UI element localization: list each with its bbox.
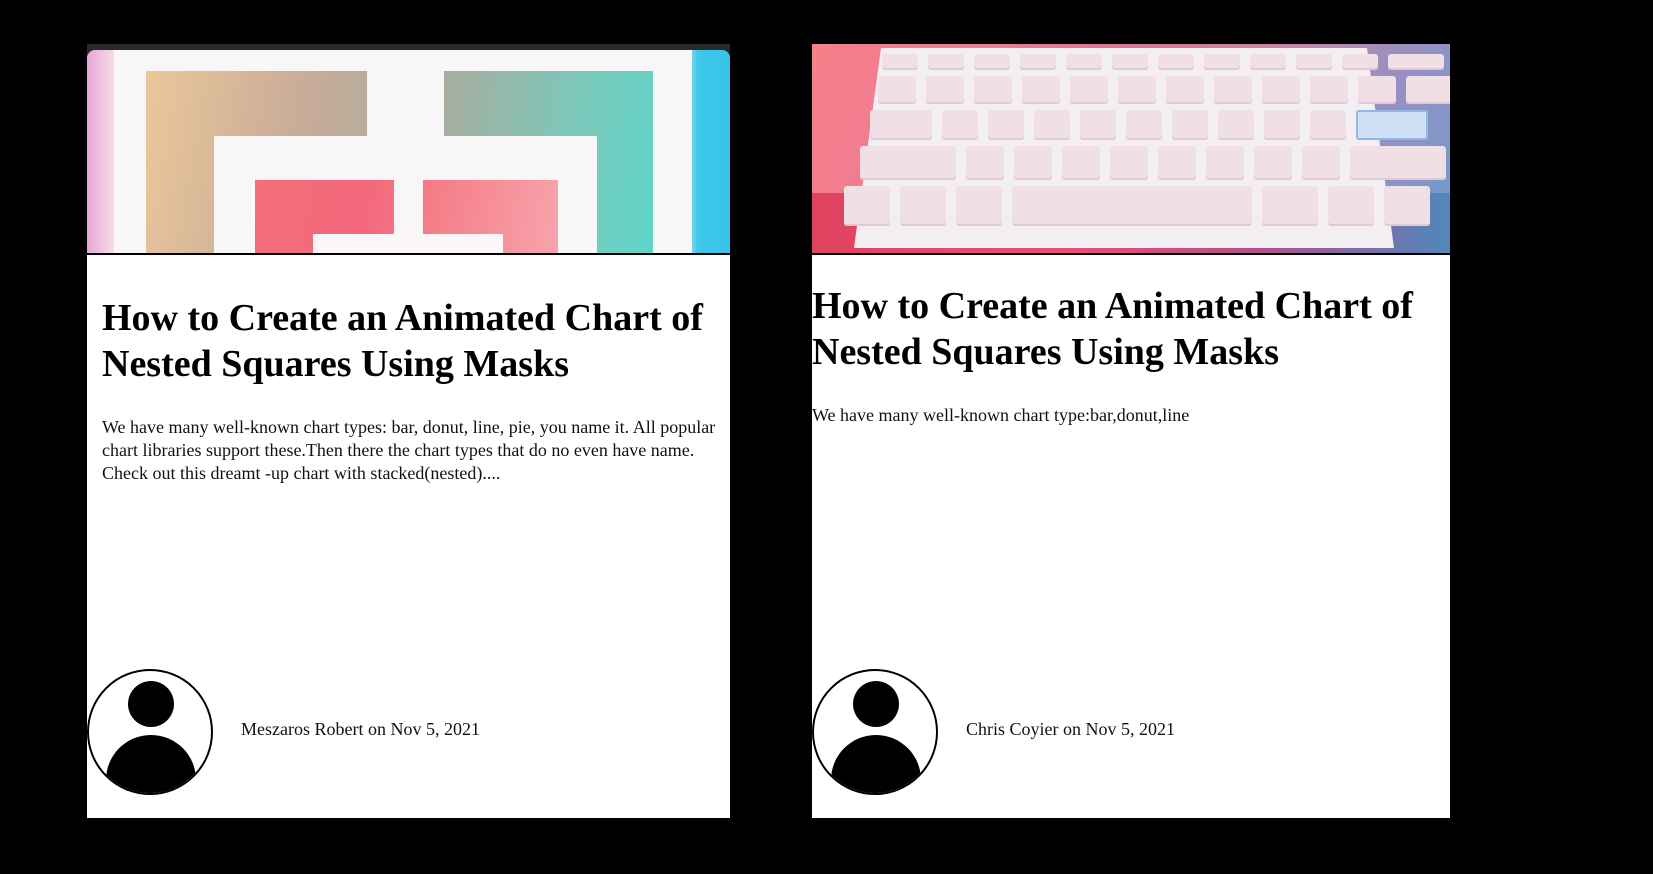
keyboard-key	[1206, 146, 1244, 180]
keyboard-key	[928, 54, 964, 70]
keyboard-key	[1022, 76, 1060, 104]
hero-divider	[812, 253, 1450, 255]
article-hero-image[interactable]	[812, 44, 1450, 253]
keyboard-key	[942, 110, 978, 140]
keyboard-row	[860, 146, 1446, 180]
keyboard-key	[1254, 146, 1292, 180]
article-title[interactable]: How to Create an Animated Chart of Neste…	[812, 283, 1450, 375]
keyboard-key	[1262, 76, 1300, 104]
keyboard-key	[1214, 76, 1252, 104]
keyboard-key	[1112, 54, 1148, 70]
keyboard-key	[1384, 186, 1430, 226]
keyboard-key	[860, 146, 956, 180]
keyboard-key	[1066, 54, 1102, 70]
keyboard-key	[882, 54, 918, 70]
keyboard-key	[870, 110, 932, 140]
nested-squares-gap	[367, 71, 444, 141]
keyboard-key	[956, 186, 1002, 226]
article-card[interactable]: How to Create an Animated Chart of Neste…	[812, 44, 1450, 818]
keyboard-key	[926, 76, 964, 104]
keyboard-row	[844, 186, 1430, 226]
article-excerpt: We have many well-known chart type:bar,d…	[812, 405, 1190, 425]
keyboard-key	[1310, 110, 1346, 140]
keyboard-key	[1172, 110, 1208, 140]
keyboard-key	[1262, 186, 1318, 226]
keyboard-key	[1070, 76, 1108, 104]
avatar-head	[853, 681, 899, 727]
keyboard-key	[1328, 186, 1374, 226]
author-avatar-icon[interactable]	[812, 669, 938, 795]
keyboard-key	[1118, 76, 1156, 104]
keyboard-key	[974, 54, 1010, 70]
article-byline: Chris Coyier on Nov 5, 2021	[966, 719, 1175, 739]
keyboard-key	[1342, 54, 1378, 70]
keyboard-key	[1296, 54, 1332, 70]
keyboard-key	[1350, 146, 1446, 180]
author-avatar-icon[interactable]	[87, 669, 213, 795]
keyboard-key	[1302, 146, 1340, 180]
keyboard-key	[844, 186, 890, 226]
avatar-body	[831, 735, 921, 793]
keyboard-key	[1062, 146, 1100, 180]
keyboard-key	[1034, 110, 1070, 140]
article-card[interactable]: How to Create an Animated Chart of Neste…	[87, 44, 730, 818]
keyboard-key	[974, 76, 1012, 104]
article-excerpt: We have many well-known chart types: bar…	[102, 417, 716, 483]
keyboard-key	[1356, 110, 1428, 140]
keyboard-key	[1264, 110, 1300, 140]
keyboard-key	[1218, 110, 1254, 140]
keyboard-row	[870, 110, 1428, 140]
keyboard-key	[1014, 146, 1052, 180]
article-title[interactable]: How to Create an Animated Chart of Neste…	[102, 295, 722, 387]
keyboard-key	[1158, 54, 1194, 70]
avatar-head	[128, 681, 174, 727]
keyboard-key	[1358, 76, 1396, 104]
hero-divider	[87, 253, 730, 255]
keyboard-key	[1012, 186, 1252, 226]
article-byline: Meszaros Robert on Nov 5, 2021	[241, 719, 480, 739]
keyboard-key	[1166, 76, 1204, 104]
keyboard-key	[1158, 146, 1196, 180]
keyboard-key	[1126, 110, 1162, 140]
keyboard-key	[1406, 76, 1450, 104]
article-hero-image[interactable]	[87, 44, 730, 253]
keyboard-row	[882, 54, 1444, 70]
keyboard-key	[1250, 54, 1286, 70]
keyboard-key	[1388, 54, 1444, 70]
keyboard-key	[900, 186, 946, 226]
keyboard-key	[966, 146, 1004, 180]
keyboard-row	[878, 76, 1450, 104]
avatar-body	[106, 735, 196, 793]
keyboard-key	[988, 110, 1024, 140]
keyboard-key	[1110, 146, 1148, 180]
nested-squares-center	[313, 234, 503, 253]
nested-squares-inner-gap	[394, 180, 423, 240]
keyboard-key	[1080, 110, 1116, 140]
keyboard-key	[878, 76, 916, 104]
keyboard-key	[1310, 76, 1348, 104]
keyboard-key	[1204, 54, 1240, 70]
keyboard-key	[1020, 54, 1056, 70]
